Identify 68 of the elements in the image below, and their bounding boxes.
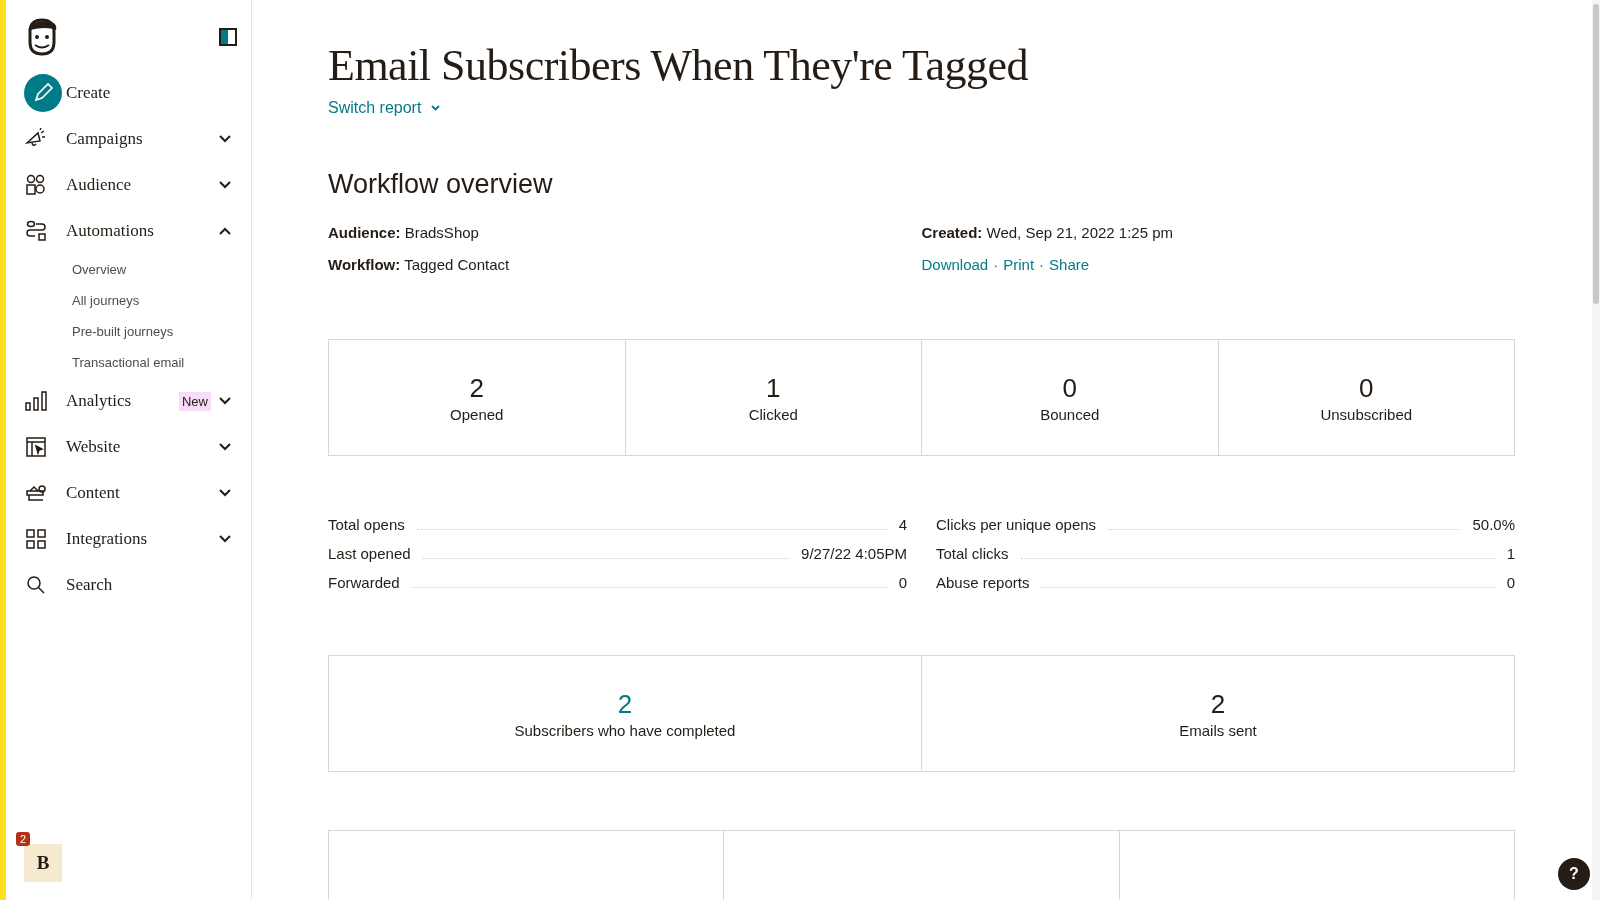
people-icon (24, 173, 48, 197)
pencil-icon (24, 74, 62, 112)
sidebar-item[interactable]: Website (18, 424, 237, 470)
metric-label: Total clicks (936, 545, 1009, 562)
bar-chart-icon (24, 389, 48, 413)
chevron-icon (219, 535, 231, 543)
workflow-detail: Workflow: Tagged Contact (328, 256, 511, 273)
new-badge: New (179, 391, 211, 411)
action-link[interactable]: Download (921, 256, 989, 273)
chevron-icon (219, 181, 231, 189)
summary-label: Emails sent (1179, 721, 1257, 739)
metric-label: Clicks per unique opens (936, 516, 1097, 533)
page-title: Email Subscribers When They're Tagged (328, 40, 1029, 91)
stat-value: 0 (1062, 372, 1077, 404)
metric-value: 0 (1506, 574, 1515, 591)
stat-label: Unsubscribed (1320, 405, 1413, 423)
summary-value-link[interactable]: 2 (617, 688, 633, 720)
metric-value: 50.0% (1472, 516, 1515, 533)
section-heading: Workflow overview (328, 169, 554, 200)
metric-value: 1 (1506, 545, 1515, 562)
stat-value: 1 (766, 372, 781, 404)
metric-value: 9/27/22 4:05PM (801, 545, 907, 562)
metric-label: Last opened (328, 545, 411, 562)
stat-label: Bounced (1040, 405, 1100, 423)
audience-detail: Audience: BradsShop (328, 224, 480, 241)
sidebar-item[interactable]: Content (18, 470, 237, 516)
sidebar-item[interactable]: Create (18, 70, 237, 116)
metric-label: Abuse reports (936, 574, 1030, 591)
submenu-item[interactable]: All journeys (18, 285, 237, 316)
sidebar-item[interactable]: Audience (18, 162, 237, 208)
sidebar-item[interactable]: Automations (18, 208, 237, 254)
created-detail: Created: Wed, Sep 21, 2022 1:25 pm (921, 224, 1175, 241)
stat-label: Clicked (748, 405, 798, 423)
scrollbar-thumb[interactable] (1593, 4, 1599, 304)
switch-report-link[interactable]: Switch report (328, 99, 441, 117)
submenu-item[interactable]: Overview (18, 254, 237, 285)
metric-label: Forwarded (328, 574, 400, 591)
metric-value: 0 (898, 574, 907, 591)
sidebar-item[interactable]: Analytics New (18, 378, 237, 424)
workflow-icon (24, 219, 48, 243)
chevron-icon (219, 227, 231, 235)
submenu-item[interactable]: Pre-built journeys (18, 316, 237, 347)
metric-value: 4 (898, 516, 907, 533)
account-avatar[interactable]: B (24, 844, 62, 882)
chevron-icon (431, 105, 441, 111)
chevron-icon (219, 397, 231, 405)
sidebar-item[interactable]: Integrations (18, 516, 237, 562)
chevron-icon (219, 489, 231, 497)
metric-label: Total opens (328, 516, 405, 533)
chevron-icon (219, 443, 231, 451)
submenu-item[interactable]: Transactional email (18, 347, 237, 378)
panel-toggle-icon[interactable] (219, 28, 237, 46)
help-button[interactable]: ? (1558, 858, 1590, 890)
stat-value: 0 (1359, 372, 1374, 404)
stat-label: Opened (450, 405, 504, 423)
notification-badge: 2 (16, 832, 31, 846)
action-link[interactable]: Print (1003, 256, 1035, 273)
grid-icon (24, 527, 48, 551)
action-link[interactable]: Share (1049, 256, 1090, 273)
sidebar-item[interactable]: Campaigns (18, 116, 237, 162)
chevron-icon (219, 135, 231, 143)
browser-icon (24, 435, 48, 459)
stat-value: 2 (469, 372, 484, 404)
sidebar-item[interactable]: Search (18, 562, 237, 608)
separator-dot: · (1039, 256, 1045, 273)
summary-value: 2 (1210, 688, 1226, 720)
summary-label: Subscribers who have completed (514, 721, 736, 739)
separator-dot: · (993, 256, 999, 273)
